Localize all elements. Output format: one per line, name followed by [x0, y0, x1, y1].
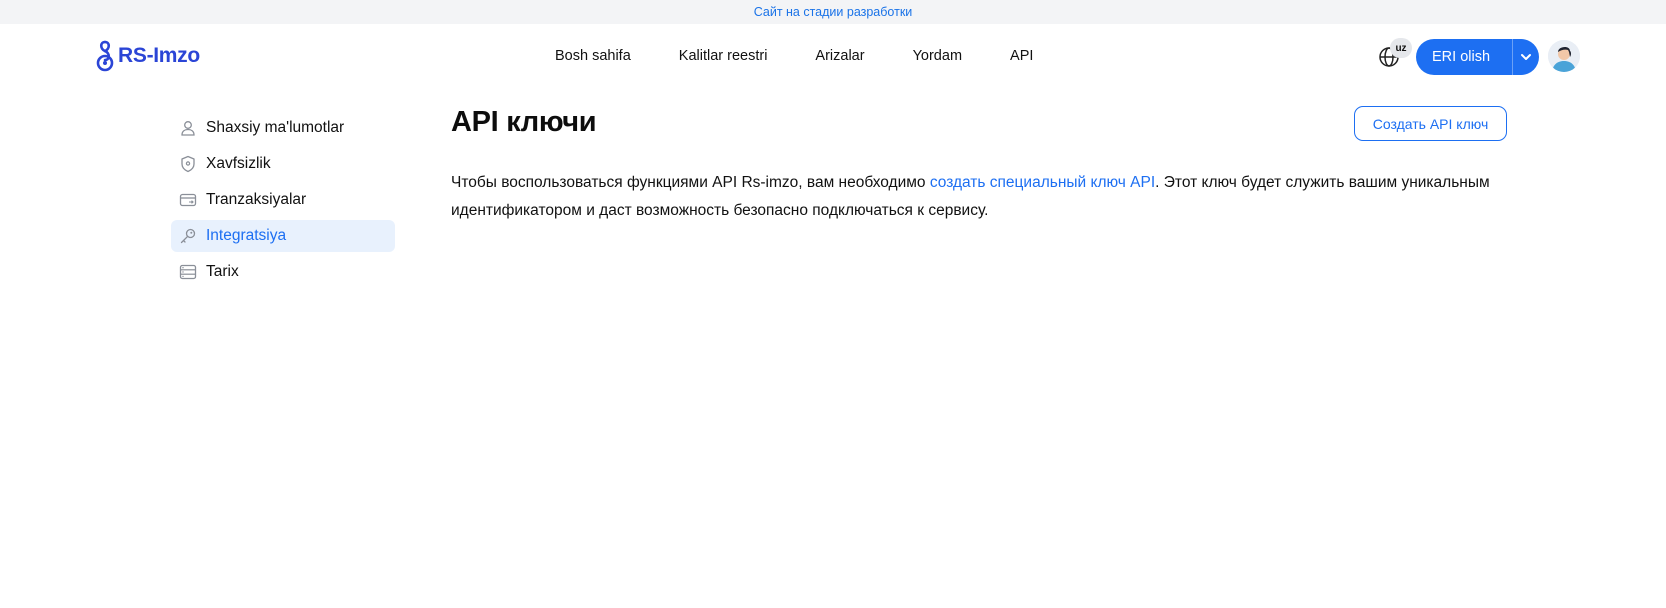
key-icon [179, 227, 197, 245]
card-transfer-icon [179, 191, 197, 209]
page-description: Чтобы воспользоваться функциями API Rs-i… [451, 169, 1491, 225]
user-icon [179, 119, 197, 137]
main-content: API ключи Создать API ключ Чтобы восполь… [451, 106, 1507, 225]
dev-banner: Сайт на стадии разработки [0, 0, 1666, 24]
sidebar-item-label: Xavfsizlik [206, 155, 271, 172]
sidebar-item-shaxsiy-malumotlar[interactable]: Shaxsiy ma'lumotlar [171, 112, 395, 144]
sidebar-item-label: Shaxsiy ma'lumotlar [206, 119, 345, 136]
sidebar: Shaxsiy ma'lumotlar Xavfsizlik Tranzaksi… [171, 112, 395, 292]
nav-item-bosh-sahifa[interactable]: Bosh sahifa [555, 48, 631, 64]
nav-item-kalitlar-reestri[interactable]: Kalitlar reestri [679, 48, 768, 64]
nav-item-yordam[interactable]: Yordam [913, 48, 962, 64]
list-stack-icon [179, 263, 197, 281]
sidebar-item-integratsiya[interactable]: Integratsiya [171, 220, 395, 252]
logo[interactable]: RS-Imzo [94, 40, 200, 72]
create-api-key-link[interactable]: создать специальный ключ API [930, 174, 1155, 191]
language-badge: uz [1390, 38, 1412, 58]
create-api-key-button[interactable]: Создать API ключ [1354, 106, 1507, 141]
sidebar-item-tarix[interactable]: Tarix [171, 256, 395, 288]
dev-banner-text: Сайт на стадии разработки [753, 5, 913, 19]
nav-item-arizalar[interactable]: Arizalar [815, 48, 864, 64]
main-nav: Bosh sahifa Kalitlar reestri Arizalar Yo… [555, 48, 1033, 64]
description-text-start: Чтобы воспользоваться функциями API Rs-i… [451, 174, 930, 191]
sidebar-item-xavfsizlik[interactable]: Xavfsizlik [171, 148, 395, 180]
header: RS-Imzo Bosh sahifa Kalitlar reestri Ari… [0, 24, 1666, 90]
avatar[interactable] [1548, 40, 1580, 72]
eri-olish-button[interactable]: ERI olish [1416, 39, 1539, 75]
logo-icon [96, 40, 114, 72]
sidebar-item-label: Tranzaksiyalar [206, 191, 307, 208]
sidebar-item-label: Integratsiya [206, 227, 287, 244]
user-avatar-icon [1548, 40, 1580, 72]
eri-olish-label: ERI olish [1432, 49, 1491, 65]
logo-text: RS-Imzo [118, 44, 200, 67]
page-title: API ключи [451, 106, 597, 138]
shield-icon [179, 155, 197, 173]
chevron-down-icon[interactable] [1513, 50, 1539, 64]
nav-item-api[interactable]: API [1010, 48, 1033, 64]
sidebar-item-tranzaksiyalar[interactable]: Tranzaksiyalar [171, 184, 395, 216]
sidebar-item-label: Tarix [206, 263, 239, 280]
